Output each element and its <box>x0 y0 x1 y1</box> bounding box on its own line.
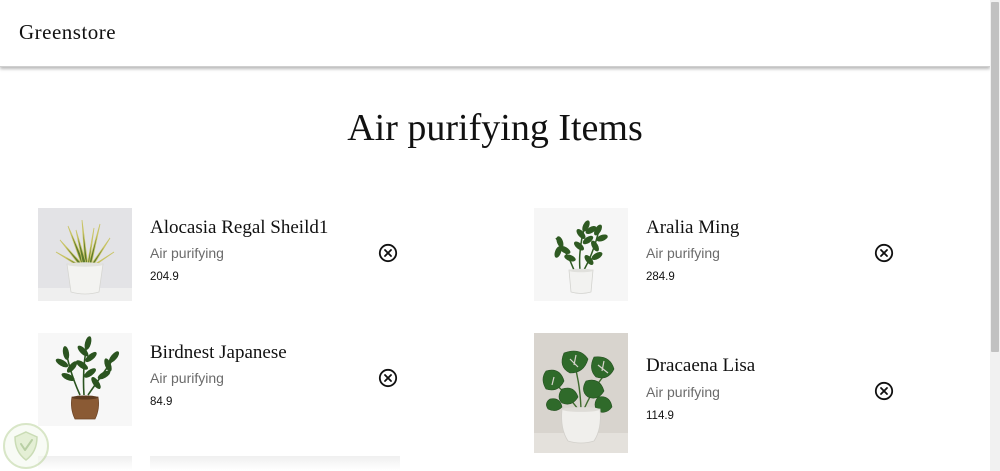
product-name[interactable]: Aralia Ming <box>646 217 739 239</box>
close-circle-icon <box>378 243 398 263</box>
monstera-plant-icon <box>534 333 628 453</box>
remove-item-button[interactable] <box>378 368 398 388</box>
next-row-hint <box>38 456 132 470</box>
close-circle-icon <box>378 368 398 388</box>
remove-item-button[interactable] <box>378 243 398 263</box>
shield-logo-icon <box>2 422 50 470</box>
product-price: 204.9 <box>150 271 179 283</box>
product-category: Air purifying <box>646 384 720 400</box>
product-category: Air purifying <box>150 245 224 261</box>
product-name[interactable]: Birdnest Japanese <box>150 342 287 364</box>
product-card: Birdnest Japanese Air purifying 84.9 <box>38 333 438 463</box>
remove-item-button[interactable] <box>874 381 894 401</box>
navbar: Greenstore <box>0 0 990 67</box>
product-name[interactable]: Dracaena Lisa <box>646 355 755 377</box>
zz-plant-icon <box>534 208 628 301</box>
snake-plant-icon <box>38 208 132 301</box>
product-price: 84.9 <box>150 396 173 408</box>
brand-logo-text[interactable]: Greenstore <box>19 20 116 45</box>
close-circle-icon <box>874 243 894 263</box>
product-name[interactable]: Alocasia Regal Sheild1 <box>150 217 328 239</box>
scrollbar-thumb[interactable] <box>991 2 999 352</box>
zz-plant-brown-pot-icon <box>38 333 132 426</box>
remove-item-button[interactable] <box>874 243 894 263</box>
product-card: Dracaena Lisa Air purifying 114.9 <box>534 333 934 463</box>
product-card: Alocasia Regal Sheild1 Air purifying 204… <box>38 208 438 338</box>
page-scrollbar[interactable] <box>990 0 1000 471</box>
product-price: 284.9 <box>646 271 675 283</box>
close-circle-icon <box>874 381 894 401</box>
product-price: 114.9 <box>646 410 674 422</box>
product-category: Air purifying <box>646 245 720 261</box>
next-row-hint <box>150 456 400 470</box>
product-category: Air purifying <box>150 370 224 386</box>
product-card: Aralia Ming Air purifying 284.9 <box>534 208 934 338</box>
page-title: Air purifying Items <box>347 107 643 149</box>
